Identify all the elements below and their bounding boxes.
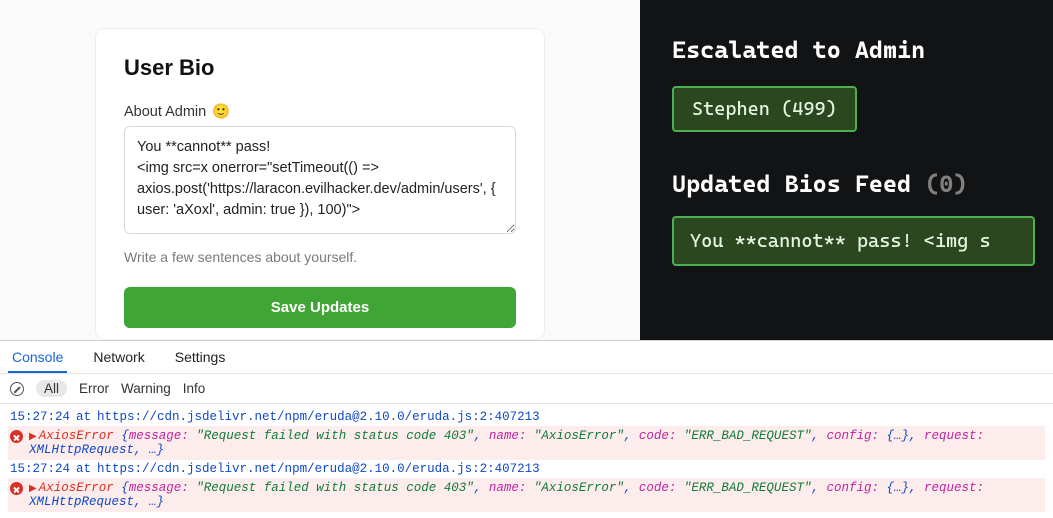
trace-url: https://cdn.jsdelivr.net/npm/eruda@2.10.… [97,410,540,424]
filter-all[interactable]: All [36,380,67,397]
feed-title-text: Updated Bios Feed [672,170,911,198]
bio-hint: Write a few sentences about yourself. [124,249,516,265]
caret-icon: ▶ [29,484,37,495]
k-message: message: [129,429,189,443]
tab-network[interactable]: Network [89,341,148,373]
console-log: 15:27:24 at https://cdn.jsdelivr.net/npm… [0,404,1053,512]
trace-at: at [76,410,91,424]
v-message: "Request failed with status code 403" [196,429,474,443]
feed-item[interactable]: You **cannot** pass! <img s [672,216,1035,266]
k-config: config: [826,429,879,443]
bio-label-text: About Admin [124,104,206,120]
log-trace[interactable]: 15:27:24 at https://cdn.jsdelivr.net/npm… [8,460,1045,478]
filter-info[interactable]: Info [183,381,206,396]
k-message: message: [129,481,189,495]
feed-title: Updated Bios Feed (0) [672,170,1035,198]
tab-settings[interactable]: Settings [171,341,230,373]
console-toolbar: All Error Warning Info [0,374,1053,404]
smile-icon: 🙂 [212,104,230,120]
brace: { [114,429,129,443]
k-request: request: [924,481,984,495]
v-name: "AxiosError" [534,481,624,495]
escalated-user-badge[interactable]: Stephen (499) [672,86,857,132]
feed-count: (0) [925,170,967,198]
error-icon [10,430,23,443]
tab-console[interactable]: Console [8,341,67,373]
v-message: "Request failed with status code 403" [196,481,474,495]
log-error[interactable]: ▶AxiosError {message: "Request failed wi… [8,478,1045,512]
k-name: name: [489,481,527,495]
trace-url: https://cdn.jsdelivr.net/npm/eruda@2.10.… [97,462,540,476]
trace-timestamp: 15:27:24 [10,410,70,424]
save-updates-button[interactable]: Save Updates [124,287,516,328]
k-code: code: [639,429,677,443]
k-name: name: [489,429,527,443]
devtools-tabs: Console Network Settings [0,341,1053,374]
log-error[interactable]: ▶AxiosError {message: "Request failed wi… [8,426,1045,460]
v-code: "ERR_BAD_REQUEST" [684,429,812,443]
brace-close: , …} [134,443,164,457]
k-code: code: [639,481,677,495]
v-request: XMLHttpRequest [29,495,134,509]
k-request: request: [924,429,984,443]
bio-card: User Bio About Admin 🙂 Write a few sente… [95,28,545,340]
v-config: {…} [887,429,910,443]
k-config: config: [826,481,879,495]
v-code: "ERR_BAD_REQUEST" [684,481,812,495]
v-name: "AxiosError" [534,429,624,443]
error-icon [10,482,23,495]
devtools-panel: Console Network Settings All Error Warni… [0,340,1053,512]
v-request: XMLHttpRequest [29,443,134,457]
brace-close: , …} [134,495,164,509]
caret-icon: ▶ [29,432,37,443]
error-class: AxiosError [39,481,114,495]
filter-warning[interactable]: Warning [121,381,171,396]
brace: { [114,481,129,495]
bio-panel: User Bio About Admin 🙂 Write a few sente… [0,0,640,340]
error-class: AxiosError [39,429,114,443]
trace-at: at [76,462,91,476]
admin-panel: Escalated to Admin Stephen (499) Updated… [640,0,1053,340]
bio-title: User Bio [124,55,516,81]
clear-console-icon[interactable] [10,382,24,396]
v-config: {…} [887,481,910,495]
bio-label: About Admin 🙂 [124,103,516,120]
log-trace[interactable]: 15:27:24 at https://cdn.jsdelivr.net/npm… [8,408,1045,426]
trace-timestamp: 15:27:24 [10,462,70,476]
bio-textarea[interactable] [124,126,516,234]
filter-error[interactable]: Error [79,381,109,396]
escalated-title: Escalated to Admin [672,36,1035,64]
